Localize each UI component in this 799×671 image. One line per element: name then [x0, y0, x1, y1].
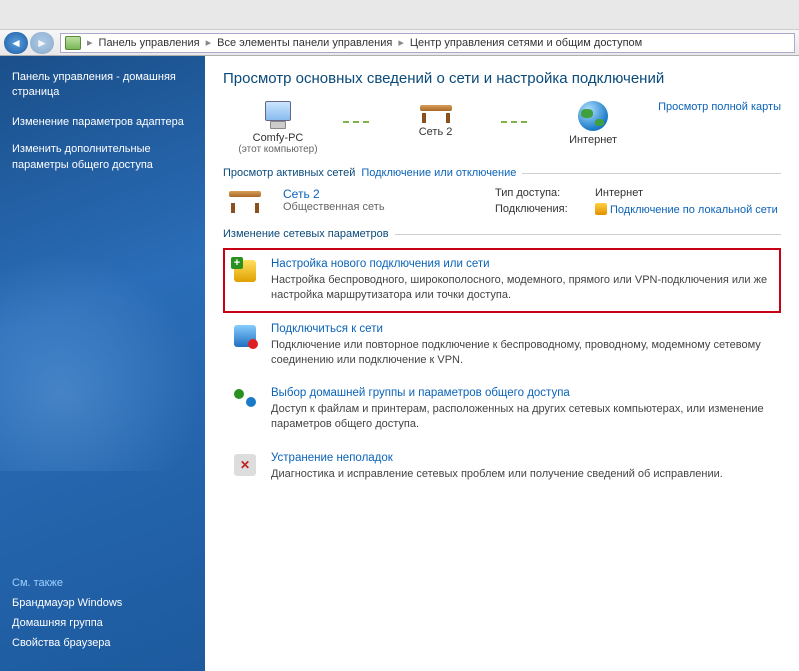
change-settings-heading: Изменение сетевых параметров [223, 228, 781, 240]
map-node-network[interactable]: Сеть 2 [381, 101, 491, 138]
bench-icon [418, 101, 454, 123]
breadcrumb[interactable]: ▸ Панель управления ▸ Все элементы панел… [60, 33, 795, 53]
sidebar-link-homegroup[interactable]: Домашняя группа [12, 617, 193, 629]
network-type-label: Общественная сеть [283, 201, 483, 213]
sidebar-home-link[interactable]: Панель управления - домашняя страница [12, 70, 193, 101]
task-list: Настройка нового подключения или сети На… [223, 248, 781, 492]
task-description: Доступ к файлам и принтерам, расположенн… [271, 403, 764, 430]
access-type-value: Интернет [595, 187, 778, 199]
chevron-right-icon: ▸ [202, 36, 216, 49]
forward-button[interactable]: ► [30, 32, 54, 54]
troubleshoot-icon [234, 454, 256, 476]
task-title-link[interactable]: Подключиться к сети [271, 323, 773, 335]
task-troubleshoot[interactable]: Устранение неполадок Диагностика и испра… [223, 442, 781, 492]
connector-line [501, 121, 529, 123]
sidebar: Панель управления - домашняя страница Из… [0, 56, 205, 671]
task-description: Подключение или повторное подключение к … [271, 339, 761, 366]
task-description: Диагностика и исправление сетевых пробле… [271, 468, 723, 480]
connect-icon [234, 325, 256, 347]
task-setup-new-connection[interactable]: Настройка нового подключения или сети На… [223, 248, 781, 313]
view-full-map-link[interactable]: Просмотр полной карты [658, 101, 781, 113]
breadcrumb-item[interactable]: Все элементы панели управления [217, 37, 392, 49]
connector-line [343, 121, 371, 123]
access-type-label: Тип доступа: [495, 187, 585, 199]
chevron-right-icon: ▸ [394, 36, 408, 49]
globe-icon [578, 101, 608, 131]
active-network-row: Сеть 2 Общественная сеть Тип доступа: Ин… [223, 187, 781, 216]
connection-link[interactable]: Подключение по локальной сети [610, 204, 778, 216]
task-description: Настройка беспроводного, широкополосного… [271, 274, 767, 301]
address-bar: ◄ ► ▸ Панель управления ▸ Все элементы п… [0, 30, 799, 56]
chevron-right-icon: ▸ [83, 36, 97, 49]
sidebar-link-firewall[interactable]: Брандмауэр Windows [12, 597, 193, 609]
task-homegroup-sharing[interactable]: Выбор домашней группы и параметров общег… [223, 377, 781, 442]
map-node-local[interactable]: Comfy-PC (этот компьютер) [223, 101, 333, 155]
breadcrumb-item[interactable]: Панель управления [99, 37, 200, 49]
breadcrumb-item[interactable]: Центр управления сетями и общим доступом [410, 37, 642, 49]
connect-disconnect-link[interactable]: Подключение или отключение [361, 167, 516, 179]
see-also-heading: См. также [12, 577, 193, 589]
back-button[interactable]: ◄ [4, 32, 28, 54]
task-title-link[interactable]: Устранение неполадок [271, 452, 773, 464]
network-name-link[interactable]: Сеть 2 [283, 187, 483, 201]
group-icon [234, 389, 256, 407]
window-titlebar-placeholder [0, 0, 799, 30]
connections-label: Подключения: [495, 203, 585, 216]
map-node-internet[interactable]: Интернет [538, 101, 648, 146]
computer-icon [262, 101, 294, 129]
page-title: Просмотр основных сведений о сети и наст… [223, 70, 781, 87]
task-title-link[interactable]: Настройка нового подключения или сети [271, 258, 773, 270]
plug-icon [595, 203, 607, 215]
active-networks-heading: Просмотр активных сетей Подключение или … [223, 167, 781, 179]
bench-icon [227, 187, 267, 213]
task-connect-network[interactable]: Подключиться к сети Подключение или повт… [223, 313, 781, 378]
new-connection-icon [234, 260, 256, 282]
sidebar-link-adapter-settings[interactable]: Изменение параметров адаптера [12, 115, 193, 130]
content-pane: Просмотр основных сведений о сети и наст… [205, 56, 799, 671]
network-map: Comfy-PC (этот компьютер) Сеть 2 Интерне… [223, 101, 781, 155]
task-title-link[interactable]: Выбор домашней группы и параметров общег… [271, 387, 773, 399]
sidebar-link-browser-props[interactable]: Свойства браузера [12, 637, 193, 649]
control-panel-icon [65, 35, 81, 51]
sidebar-link-advanced-sharing[interactable]: Изменить дополнительные параметры общего… [12, 142, 193, 173]
